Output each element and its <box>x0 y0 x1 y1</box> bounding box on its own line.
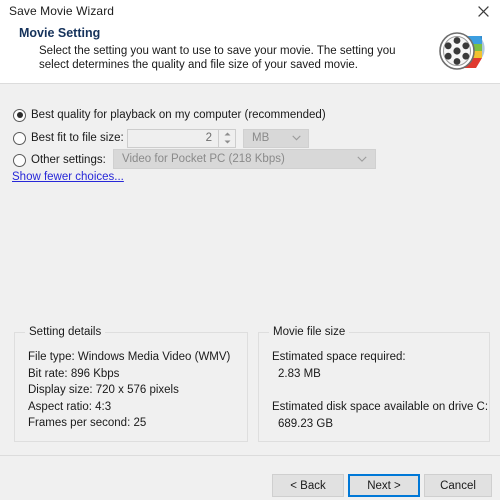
detail-frames-per-second: Frames per second: 25 <box>28 417 147 429</box>
close-button[interactable] <box>466 0 500 22</box>
detail-aspect-ratio: Aspect ratio: 4:3 <box>28 400 112 413</box>
option-best-fit[interactable]: Best fit to file size: 2 MB <box>13 128 309 148</box>
movie-file-size-title: Movie file size <box>269 326 350 338</box>
title-bar: Save Movie Wizard <box>0 0 500 22</box>
cancel-button[interactable]: Cancel <box>424 474 492 497</box>
estimated-space-label: Estimated space required: <box>272 351 406 363</box>
wizard-body: Best quality for playback on my computer… <box>0 85 500 455</box>
disk-space-label: Estimated disk space available on drive … <box>272 401 489 413</box>
chevron-down-icon <box>357 153 367 165</box>
setting-details-title: Setting details <box>25 326 106 338</box>
radio-other-settings[interactable] <box>13 153 26 167</box>
option-best-quality-label: Best quality for playback on my computer… <box>31 109 326 121</box>
window-title: Save Movie Wizard <box>9 4 115 18</box>
next-button[interactable]: Next > <box>348 474 420 497</box>
movie-reel-icon <box>436 24 492 80</box>
option-best-quality[interactable]: Best quality for playback on my computer… <box>13 105 326 125</box>
profile-select-value: Video for Pocket PC (218 Kbps) <box>122 153 285 165</box>
wizard-header: Movie Setting Select the setting you wan… <box>0 22 500 84</box>
file-size-input[interactable]: 2 <box>127 128 219 148</box>
option-other-settings-label: Other settings: <box>31 154 106 166</box>
option-best-fit-label: Best fit to file size: <box>31 132 124 144</box>
close-icon <box>477 5 489 17</box>
setting-details-groupbox: Setting details File type: Windows Media… <box>14 326 248 442</box>
disk-space-value: 689.23 GB <box>278 417 333 430</box>
file-size-stepper[interactable]: 2 <box>127 128 236 148</box>
file-size-unit-select[interactable]: MB <box>243 128 309 148</box>
profile-select[interactable]: Video for Pocket PC (218 Kbps) <box>113 149 376 169</box>
estimated-space-value: 2.83 MB <box>278 367 321 380</box>
wizard-footer: < Back Next > Cancel <box>0 455 500 500</box>
file-size-spinner-buttons[interactable] <box>219 128 236 148</box>
detail-file-type: File type: Windows Media Video (WMV) <box>28 351 231 363</box>
radio-best-fit[interactable] <box>13 131 26 145</box>
detail-display-size: Display size: 720 x 576 pixels <box>28 384 179 396</box>
show-fewer-choices-link[interactable]: Show fewer choices... <box>12 171 124 183</box>
movie-file-size-groupbox: Movie file size Estimated space required… <box>258 326 490 442</box>
back-button[interactable]: < Back <box>272 474 344 497</box>
spinner-down-icon[interactable] <box>219 138 235 147</box>
file-size-unit-value: MB <box>252 132 270 144</box>
option-other-settings[interactable]: Other settings: <box>13 150 106 170</box>
page-title: Movie Setting <box>19 26 101 40</box>
radio-best-quality[interactable] <box>13 108 26 122</box>
spinner-up-icon[interactable] <box>219 130 235 139</box>
page-description: Select the setting you want to use to sa… <box>39 45 396 71</box>
chevron-down-icon <box>292 132 301 144</box>
detail-bit-rate: Bit rate: 896 Kbps <box>28 367 120 380</box>
